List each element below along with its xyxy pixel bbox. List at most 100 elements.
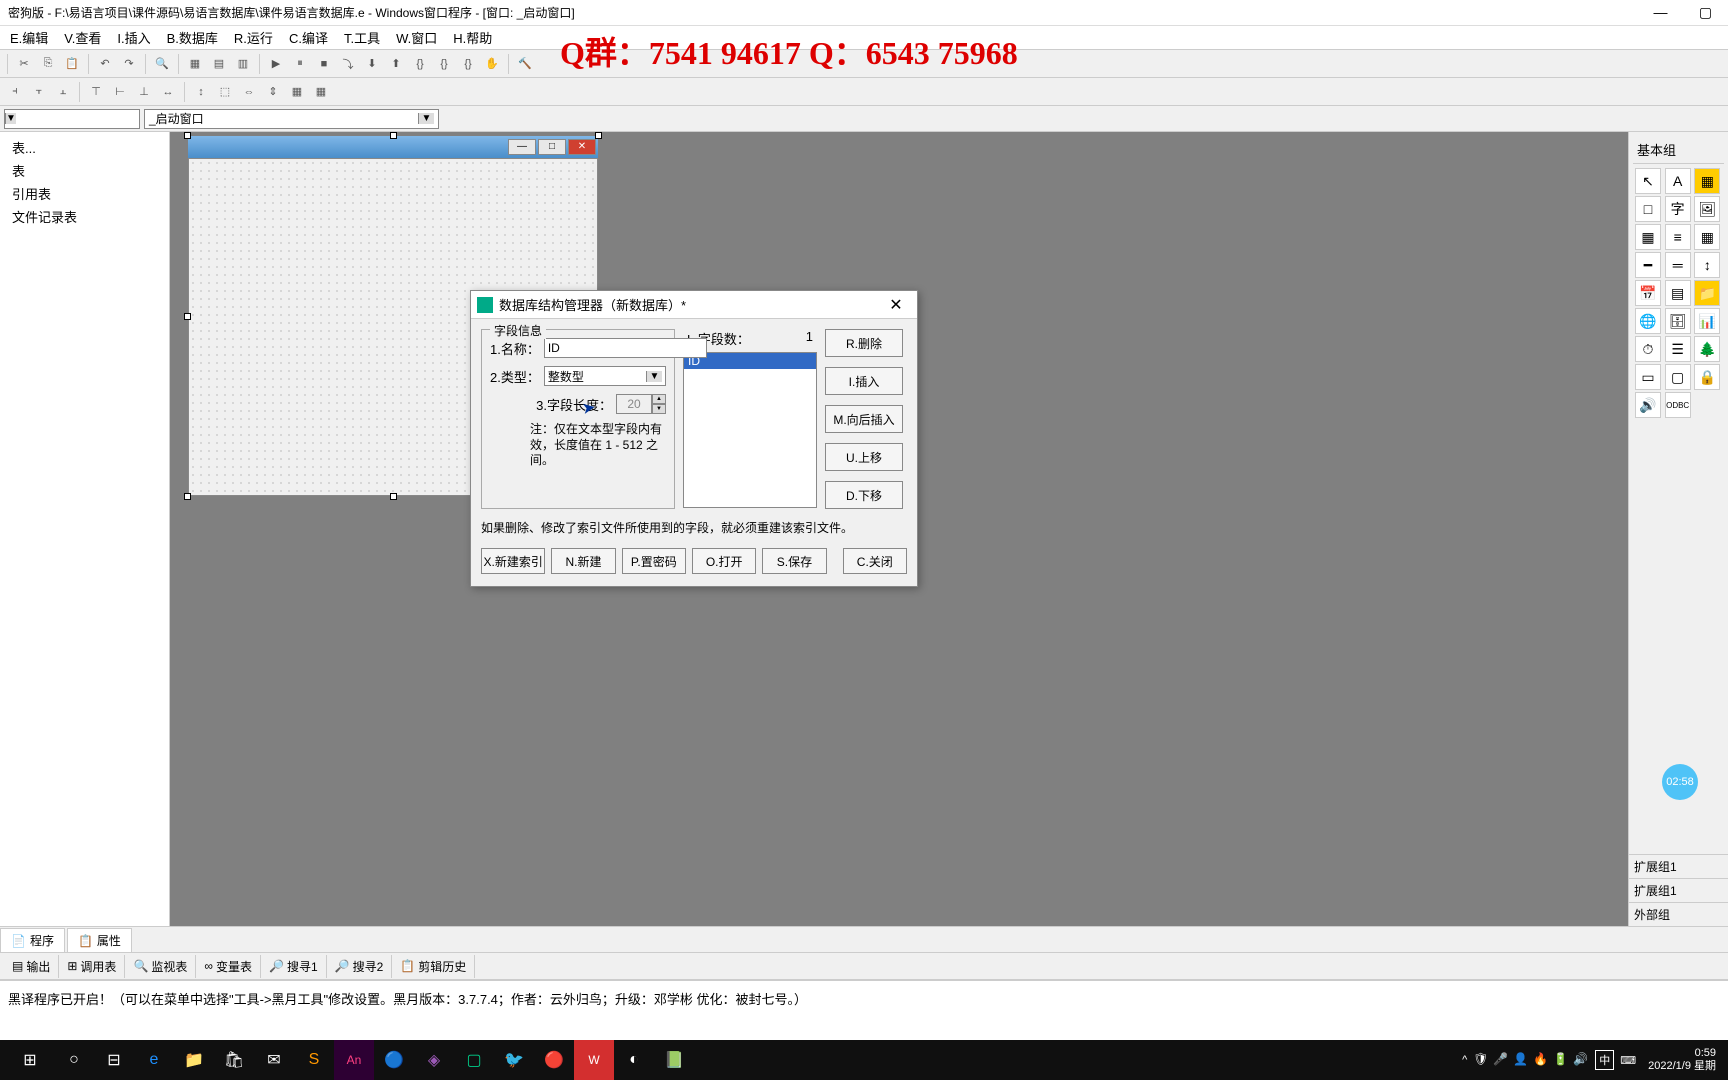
dtab-search2[interactable]: 🔎 搜寻2 (327, 955, 393, 978)
align-bottom-icon[interactable]: ⊥ (133, 81, 155, 103)
start-button[interactable]: ⊞ (6, 1040, 54, 1080)
align-left-icon[interactable]: ⫞ (4, 81, 26, 103)
tool-tab-icon[interactable]: ▭ (1635, 364, 1661, 390)
design-close-icon[interactable]: ✕ (568, 139, 596, 155)
run-icon[interactable]: ▶ (265, 53, 287, 75)
tool-frame-icon[interactable]: ▢ (1665, 364, 1691, 390)
same-size-icon[interactable]: ⬚ (214, 81, 236, 103)
open-button[interactable]: O.打开 (692, 548, 756, 574)
design-max-icon[interactable]: □ (538, 139, 566, 155)
step2-icon[interactable]: {} (433, 53, 455, 75)
build-icon[interactable]: 🔨 (514, 53, 536, 75)
tool-odbc-icon[interactable]: ODBC (1665, 392, 1691, 418)
length-spinner[interactable]: ▲▼ (616, 394, 666, 414)
align-top-icon[interactable]: ⊤ (85, 81, 107, 103)
window-combo[interactable]: _启动窗口 ▼ (144, 109, 439, 129)
tool-tree-icon[interactable]: 🌲 (1694, 336, 1720, 362)
new-index-button[interactable]: X.新建索引 (481, 548, 545, 574)
wps-icon[interactable]: W (574, 1040, 614, 1080)
toolbox-ext1[interactable]: 扩展组1 (1628, 854, 1728, 878)
field-list[interactable]: ID (683, 352, 817, 508)
undo-icon[interactable]: ↶ (94, 53, 116, 75)
tray-fire-icon[interactable]: 🔥 (1533, 1052, 1549, 1068)
dtab-vartable[interactable]: ∞ 变量表 (196, 955, 261, 978)
password-button[interactable]: P.置密码 (622, 548, 686, 574)
vs-icon[interactable]: ◈ (414, 1040, 454, 1080)
tool-table-icon[interactable]: ▦ (1635, 224, 1661, 250)
edge-icon[interactable]: e (134, 1040, 174, 1080)
menu-database[interactable]: B.数据库 (161, 26, 224, 49)
tray-mic-icon[interactable]: 🎤 (1493, 1052, 1509, 1068)
tool-lock-icon[interactable]: 🔒 (1694, 364, 1720, 390)
tool-label-icon[interactable]: A (1665, 168, 1691, 194)
save-button[interactable]: S.保存 (762, 548, 826, 574)
menu-view[interactable]: V.查看 (58, 26, 107, 49)
search-icon[interactable]: ○ (54, 1040, 94, 1080)
find-icon[interactable]: 🔍 (151, 53, 173, 75)
menu-help[interactable]: H.帮助 (447, 26, 498, 49)
grid-icon[interactable]: ▦ (286, 81, 308, 103)
paste-icon[interactable]: 📋 (61, 53, 83, 75)
copy-icon[interactable]: ⎘ (37, 53, 59, 75)
same-height-icon[interactable]: ↕ (190, 81, 212, 103)
toolbox-ext2[interactable]: 扩展组1 (1628, 878, 1728, 902)
mail-icon[interactable]: ✉ (254, 1040, 294, 1080)
design-min-icon[interactable]: — (508, 139, 536, 155)
pause-icon[interactable]: ⏸ (289, 53, 311, 75)
toolbox-external[interactable]: 外部组 (1628, 902, 1728, 926)
align-center-icon[interactable]: ⫟ (28, 81, 50, 103)
dtab-output[interactable]: ▤ 输出 (4, 955, 59, 978)
tray-expand-icon[interactable]: ^ (1462, 1054, 1467, 1066)
insert-button[interactable]: I.插入 (825, 367, 903, 395)
taskview-icon[interactable]: ⊟ (94, 1040, 134, 1080)
maximize-button[interactable]: ▢ (1683, 0, 1728, 24)
tray-keyboard-icon[interactable]: ⌨ (1620, 1054, 1636, 1067)
chrome-icon[interactable]: 🔴 (534, 1040, 574, 1080)
step3-icon[interactable]: {} (457, 53, 479, 75)
tool-chart-icon[interactable]: 📊 (1694, 308, 1720, 334)
hand-icon[interactable]: ✋ (481, 53, 503, 75)
tool-textbox-icon[interactable]: □ (1635, 196, 1661, 222)
tool-text-icon[interactable]: 字 (1665, 196, 1691, 222)
tree-item-table[interactable]: 表 (4, 159, 165, 182)
tool-sound-icon[interactable]: 🔊 (1635, 392, 1661, 418)
chrome-canary-icon[interactable]: 🔵 (374, 1040, 414, 1080)
layout3-icon[interactable]: ▥ (232, 53, 254, 75)
tree-item-reftable[interactable]: 引用表 (4, 182, 165, 205)
layout1-icon[interactable]: ▦ (184, 53, 206, 75)
length-input[interactable] (616, 394, 652, 414)
tab-property[interactable]: 📋属性 (67, 928, 132, 952)
same-width-icon[interactable]: ↔ (157, 81, 179, 103)
tool-grid-icon[interactable]: ▦ (1694, 224, 1720, 250)
delete-button[interactable]: R.删除 (825, 329, 903, 357)
tool-folder-icon[interactable]: 📁 (1694, 280, 1720, 306)
tool-scroll-icon[interactable]: ↕ (1694, 252, 1720, 278)
dialog-close-button[interactable]: ✕ (881, 295, 911, 315)
tool-net-icon[interactable]: 🌐 (1635, 308, 1661, 334)
step-into-icon[interactable]: ⬇ (361, 53, 383, 75)
grid2-icon[interactable]: ▦ (310, 81, 332, 103)
tray-battery-icon[interactable]: 🔋 (1553, 1052, 1569, 1068)
move-up-button[interactable]: U.上移 (825, 443, 903, 471)
dtab-search1[interactable]: 🔎 搜寻1 (261, 955, 327, 978)
dtab-clipboard[interactable]: 📋 剪辑历史 (392, 955, 475, 978)
layout2-icon[interactable]: ▤ (208, 53, 230, 75)
tray-ime[interactable]: 中 (1595, 1050, 1614, 1070)
tree-item-table-ellipsis[interactable]: 表... (4, 136, 165, 159)
dtab-watch[interactable]: 🔍 监视表 (125, 955, 196, 978)
explorer-icon[interactable]: 📁 (174, 1040, 214, 1080)
redo-icon[interactable]: ↷ (118, 53, 140, 75)
app2-icon[interactable]: ◐ (614, 1040, 654, 1080)
tool-pointer-icon[interactable]: ↖ (1635, 168, 1661, 194)
new-button[interactable]: N.新建 (551, 548, 615, 574)
tool-menu-icon[interactable]: ☰ (1665, 336, 1691, 362)
sublime-icon[interactable]: S (294, 1040, 334, 1080)
object-combo[interactable]: ▼ (4, 109, 140, 129)
store-icon[interactable]: 🛍 (214, 1040, 254, 1080)
step-over-icon[interactable]: ⤵ (337, 53, 359, 75)
animate-icon[interactable]: An (334, 1040, 374, 1080)
elang-icon[interactable]: 📗 (654, 1040, 694, 1080)
tray-shield-icon[interactable]: 🛡 (1473, 1052, 1489, 1068)
tool-timer-icon[interactable]: ⏱ (1635, 336, 1661, 362)
step-icon[interactable]: {} (409, 53, 431, 75)
